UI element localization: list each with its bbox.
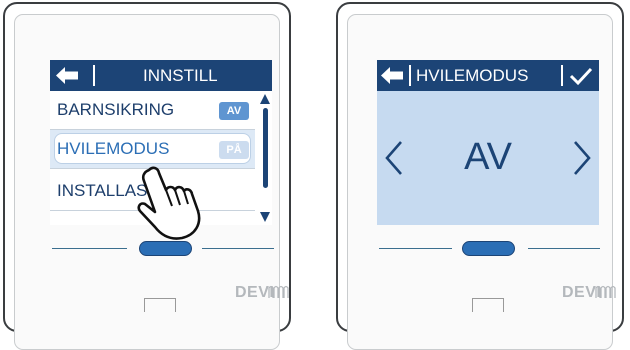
nav-line-left [52,248,127,249]
triangle-down-icon[interactable] [260,212,270,222]
screen-header: HVILEMODUS [377,60,599,91]
header-title: INNSTILL [143,66,218,85]
thermostat-device-right: HVILEMODUS AV DEVI [336,2,624,350]
display-screen-value: HVILEMODUS AV [377,60,599,225]
back-arrow-icon[interactable] [381,67,411,84]
menu-item-label: BARNSIKRING [57,100,175,119]
wave-logo-icon [268,285,289,298]
menu-item-label: INSTALLAS [57,181,148,200]
hand-pointer-icon [137,166,201,240]
scrollbar[interactable] [260,94,270,222]
header-separator [93,65,95,86]
bottom-bracket [472,298,504,312]
setting-value: AV [464,136,512,178]
status-badge-av: AV [219,102,249,120]
scroll-thumb[interactable] [263,108,268,188]
status-badge-pa: PÅ [219,141,249,159]
checkmark-icon[interactable] [569,66,593,86]
center-button[interactable] [462,241,515,256]
back-arrow-icon[interactable] [56,67,86,84]
nav-line-left [379,248,452,249]
header-title: HVILEMODUS [416,66,529,85]
header-separator [409,65,411,86]
thermostat-device-left: INNSTILL BARNSIKRING AV HVILEMODUS PÅ IN… [3,2,291,350]
screen-header: INNSTILL [50,60,272,91]
bottom-bracket [144,298,176,312]
menu-item-barnsikring[interactable]: BARNSIKRING AV [50,91,255,129]
nav-line-right [202,248,274,249]
menu-item-label: HVILEMODUS [57,139,170,158]
wave-logo-icon [595,285,616,298]
nav-line-right [528,248,600,249]
center-button[interactable] [139,241,192,256]
menu-item-hvilemodus[interactable]: HVILEMODUS PÅ [50,130,255,168]
chevron-right-icon[interactable] [571,140,593,176]
triangle-up-icon[interactable] [260,94,270,104]
header-separator [561,65,563,86]
